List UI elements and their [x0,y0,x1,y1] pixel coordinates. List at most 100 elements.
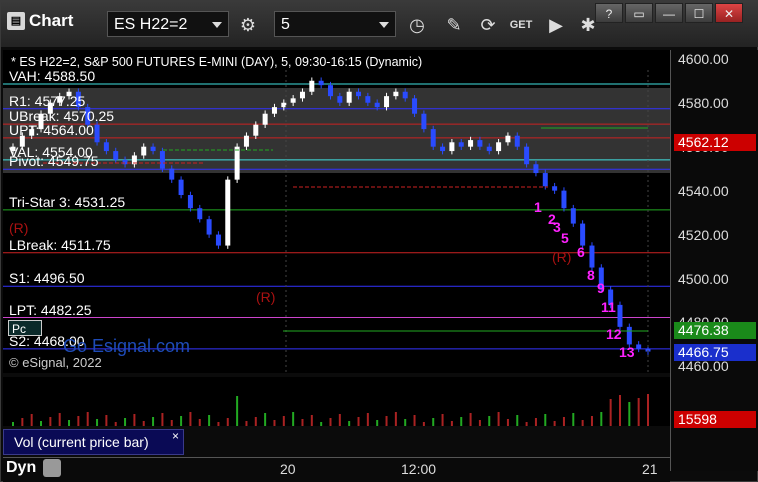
dynamic-mode-toggle[interactable]: Dyn [6,459,61,477]
dyn-label: Dyn [6,459,37,477]
volume-svg [12,394,649,426]
study-icon[interactable]: ⟳ [473,10,503,40]
volume-bar [264,413,267,426]
price-tick: 4580.00 [678,94,729,111]
candle-body [514,135,520,147]
volume-bar [553,421,556,426]
candle-body [374,102,380,108]
candle-body [309,80,315,92]
get-icon[interactable]: GET [506,10,536,40]
candle-body [430,129,436,147]
volume-bar [208,415,211,426]
candle-body [262,113,268,125]
candle-body [318,80,324,86]
candle-body [299,91,305,99]
volume-bar [198,419,201,426]
volume-bar [441,414,444,426]
volume-bar [58,413,61,426]
help-button[interactable]: ? [595,3,623,23]
candle-body [524,146,530,165]
candle-body [440,146,446,152]
price-axis[interactable]: 4600.004580.004560.004540.004520.004500.… [670,50,758,471]
play-icon[interactable]: ▶ [541,10,571,40]
time-axis[interactable]: 20 12:00 21 [3,457,670,482]
candle-body [290,98,296,103]
volume-bar [609,399,612,426]
candle-body [486,146,492,152]
volume-bar [647,394,649,426]
volume-value-tag: 15598 [674,411,756,428]
level-label: S1: 4496.50 [9,270,85,287]
price-tag: 4562.12 [674,134,756,152]
volume-bar [21,418,24,426]
price-tick: 4600.00 [678,50,729,67]
volume-bar [478,420,481,426]
close-button[interactable]: ✕ [715,3,743,23]
restore-button[interactable]: ▭ [625,3,653,23]
candle-body [402,91,408,99]
volume-bar [30,414,33,426]
minimize-button[interactable]: — [655,3,683,23]
volume-bar [254,417,257,426]
volume-bar [600,412,603,426]
level-label: R1: 4577.25 [9,92,86,109]
volume-title[interactable]: Vol (current price bar) [3,429,184,455]
candle-body [346,91,352,103]
candle-body [103,142,109,152]
price-chart-svg: (R)(R)(R) 1235689111213 [3,70,670,373]
level-label: LBreak: 4511.75 [9,236,111,253]
price-tag: 4466.75 [674,343,756,361]
candle-body [636,344,642,349]
candle-body [505,135,511,143]
app-title: ▤ Chart [7,11,73,31]
count-labels: 1235689111213 [534,199,635,360]
time-tick: 12:00 [401,461,437,477]
interval-input[interactable]: 5 [274,11,396,37]
candle-body [159,151,165,169]
volume-panel[interactable] [3,377,670,426]
volume-bar [516,415,519,426]
candle-body [243,135,249,147]
chevron-down-icon[interactable] [212,22,222,28]
price-chart[interactable]: (R) (R) (R) 1 2 3 5 6 8 9 11 12 13 * ES H22=2, S&P … [3,50,670,373]
count-label: 1 [534,199,542,215]
volume-bar [488,416,491,426]
maximize-button[interactable]: ☐ [685,3,713,23]
chevron-down-icon[interactable] [379,22,389,28]
volume-bar [180,416,183,426]
count-label: 6 [577,244,585,260]
candle-body [169,168,175,180]
volume-bar [590,416,593,426]
r-marker: (R) [552,249,571,265]
volume-bar [497,412,500,426]
pencil-icon[interactable]: ✎ [439,10,469,40]
candle-body [552,186,558,191]
pivot-button[interactable]: Pc [8,320,42,336]
level-label: Tri-Star 3: 4531.25 [9,193,126,210]
chart-window: ▤ Chart ES H22=2 ⚙ 5 ◷ ✎ ⟳ GET ▶ ✱ ? ▭ —… [0,0,758,482]
candle-body [356,91,362,97]
volume-bar [460,417,463,426]
time-tick: 20 [280,461,296,477]
candle-body [141,146,147,156]
volume-bar [338,414,341,426]
volume-bar [142,421,145,426]
lock-icon[interactable] [42,459,61,477]
copyright: © eSignal, 2022 [9,355,102,370]
candle-body [113,151,119,160]
settings-gear-icon[interactable]: ⚙ [233,10,263,40]
volume-bar [525,422,528,426]
volume-bar [628,402,631,426]
candle-body [626,326,632,345]
close-icon[interactable]: × [172,429,179,443]
chart-app-icon: ▤ [7,12,25,30]
candle-body [271,107,277,114]
volume-bar [170,420,173,426]
volume-bar [245,421,248,426]
clock-icon[interactable]: ◷ [402,10,432,40]
volume-bar [581,420,584,426]
candle-body [449,142,455,152]
volume-bar [385,416,388,426]
symbol-input[interactable]: ES H22=2 [107,11,229,37]
volume-bar [544,414,547,426]
